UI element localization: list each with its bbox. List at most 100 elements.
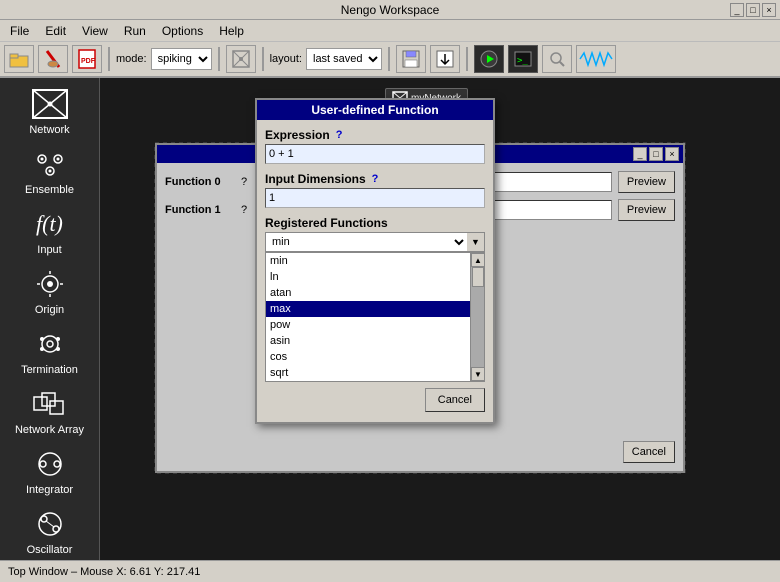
toolbar: PDF mode: spiking direct layout: last sa… xyxy=(0,42,780,78)
registered-dropdown-arrow[interactable]: ▼ xyxy=(467,232,485,252)
zoom-button[interactable] xyxy=(542,45,572,73)
udf-action-buttons: Cancel xyxy=(265,382,485,414)
close-button[interactable]: × xyxy=(762,3,776,17)
registered-dropdown-row: min ▼ xyxy=(265,232,485,252)
list-item-atan[interactable]: atan xyxy=(266,285,470,301)
list-item-pow[interactable]: pow xyxy=(266,317,470,333)
menu-view[interactable]: View xyxy=(76,22,114,40)
input-dims-input[interactable] xyxy=(265,188,485,208)
udf-cancel-button[interactable]: Cancel xyxy=(425,388,485,412)
layout-label: layout: xyxy=(270,53,302,65)
sidebar-label-network-array: Network Array xyxy=(15,424,84,436)
udf-dialog-titlebar: User-defined Function xyxy=(257,100,493,120)
function-1-preview[interactable]: Preview xyxy=(618,199,675,221)
function-0-label: Function 0 xyxy=(165,176,235,188)
origin-sidebar-icon xyxy=(30,266,70,302)
list-item-ln[interactable]: ln xyxy=(266,269,470,285)
inner-minimize[interactable]: _ xyxy=(633,147,647,161)
inner-maximize[interactable]: □ xyxy=(649,147,663,161)
menu-help[interactable]: Help xyxy=(213,22,250,40)
network-array-sidebar-icon xyxy=(30,386,70,422)
inner-window-cancel-area: Cancel xyxy=(623,441,675,463)
sidebar-item-oscillator[interactable]: Oscillator xyxy=(5,502,95,560)
minimize-button[interactable]: _ xyxy=(730,3,744,17)
list-item-cos[interactable]: cos xyxy=(266,349,470,365)
termination-sidebar-icon xyxy=(30,326,70,362)
svg-text:PDF: PDF xyxy=(81,58,96,65)
status-bar: Top Window – Mouse X: 6.61 Y: 217.41 xyxy=(0,560,780,582)
scroll-thumb[interactable] xyxy=(472,267,484,287)
sidebar-label-origin: Origin xyxy=(35,304,64,316)
sidebar-label-integrator: Integrator xyxy=(26,484,73,496)
list-scrollbar[interactable]: ▲ ▼ xyxy=(470,253,484,381)
input-dims-label: Input Dimensions xyxy=(265,172,366,186)
toolbar-separator-3 xyxy=(262,47,264,71)
window-controls[interactable]: _ □ × xyxy=(730,3,776,17)
export-button[interactable] xyxy=(430,45,460,73)
registered-dropdown[interactable]: min xyxy=(265,232,467,252)
sidebar-label-network: Network xyxy=(29,124,69,136)
menu-run[interactable]: Run xyxy=(118,22,152,40)
sidebar-item-input[interactable]: f(t) Input xyxy=(5,202,95,260)
inner-cancel-button[interactable]: Cancel xyxy=(623,441,675,463)
sidebar-label-input: Input xyxy=(37,244,61,256)
registered-functions-label: Registered Functions xyxy=(265,216,485,230)
input-dims-help[interactable]: ? xyxy=(372,173,379,185)
svg-text:>_: >_ xyxy=(517,56,528,66)
menu-edit[interactable]: Edit xyxy=(39,22,72,40)
function-1-help[interactable]: ? xyxy=(241,204,247,216)
sidebar-item-integrator[interactable]: Integrator xyxy=(5,442,95,500)
svg-text:f(t): f(t) xyxy=(36,211,63,236)
toolbar-separator-1 xyxy=(108,47,110,71)
canvas-area[interactable]: myNetwork _ □ × Function 0 ? Preview xyxy=(100,78,780,560)
ensemble-sidebar-icon xyxy=(30,146,70,182)
scroll-up[interactable]: ▲ xyxy=(471,253,485,267)
expression-section: Expression ? xyxy=(265,128,485,142)
menu-file[interactable]: File xyxy=(4,22,35,40)
mode-select[interactable]: spiking direct xyxy=(151,48,212,70)
sidebar-item-network-array[interactable]: Network Array xyxy=(5,382,95,440)
mode-label: mode: xyxy=(116,53,147,65)
open-button[interactable] xyxy=(4,45,34,73)
sidebar-item-network[interactable]: Network xyxy=(5,82,95,140)
toolbar-separator-4 xyxy=(388,47,390,71)
layout-select[interactable]: last saved spring xyxy=(306,48,382,70)
menu-bar: File Edit View Run Options Help xyxy=(0,20,780,42)
input-sidebar-icon: f(t) xyxy=(30,206,70,242)
network-sidebar-icon xyxy=(30,86,70,122)
expression-label: Expression xyxy=(265,128,330,142)
pdf-button[interactable]: PDF xyxy=(72,45,102,73)
function-0-help[interactable]: ? xyxy=(241,176,247,188)
network-icon-button[interactable] xyxy=(226,45,256,73)
sidebar-item-ensemble[interactable]: Ensemble xyxy=(5,142,95,200)
registered-functions-list: min ln atan max pow asin cos sqrt ▲ xyxy=(265,252,485,382)
sidebar-label-oscillator: Oscillator xyxy=(27,544,73,556)
list-item-min[interactable]: min xyxy=(266,253,470,269)
terminal-button[interactable]: >_ xyxy=(508,45,538,73)
list-item-max[interactable]: max xyxy=(266,301,470,317)
save-button[interactable] xyxy=(396,45,426,73)
list-item-sqrt[interactable]: sqrt xyxy=(266,365,470,381)
sidebar-label-termination: Termination xyxy=(21,364,78,376)
wave-button[interactable] xyxy=(576,45,616,73)
sidebar-item-origin[interactable]: Origin xyxy=(5,262,95,320)
scroll-track xyxy=(471,267,484,367)
toolbar-separator-2 xyxy=(218,47,220,71)
oscillator-sidebar-icon xyxy=(30,506,70,542)
expression-input[interactable] xyxy=(265,144,485,164)
functions-list-items[interactable]: min ln atan max pow asin cos sqrt xyxy=(266,253,470,381)
expression-help[interactable]: ? xyxy=(336,129,343,141)
list-item-asin[interactable]: asin xyxy=(266,333,470,349)
input-dims-section: Input Dimensions ? xyxy=(265,172,485,186)
udf-dialog: User-defined Function Expression ? Input… xyxy=(255,98,495,424)
clear-button[interactable] xyxy=(38,45,68,73)
run-button[interactable] xyxy=(474,45,504,73)
udf-dialog-content: Expression ? Input Dimensions ? Register… xyxy=(257,120,493,422)
sidebar-item-termination[interactable]: Termination xyxy=(5,322,95,380)
toolbar-separator-5 xyxy=(466,47,468,71)
menu-options[interactable]: Options xyxy=(156,22,209,40)
inner-close[interactable]: × xyxy=(665,147,679,161)
function-0-preview[interactable]: Preview xyxy=(618,171,675,193)
maximize-button[interactable]: □ xyxy=(746,3,760,17)
scroll-down[interactable]: ▼ xyxy=(471,367,485,381)
